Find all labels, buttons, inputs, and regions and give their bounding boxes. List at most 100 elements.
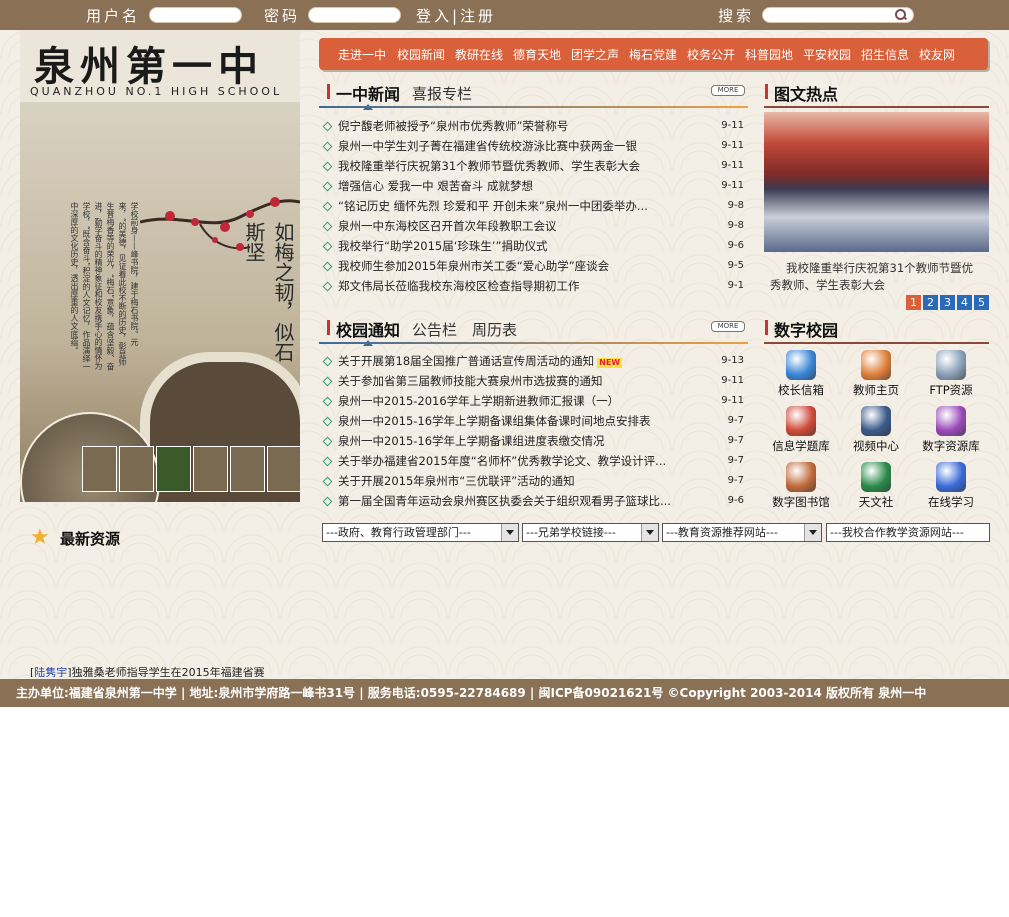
notice-item[interactable]: 泉州一中2015-2016学年上学期新进教师汇报课（一） 9-11 (322, 391, 744, 411)
news-title[interactable]: “铭记历史 缅怀先烈 珍爱和平 开创未来”泉州一中团委举办... (338, 196, 648, 216)
notice-item[interactable]: 第一届全国青年运动会泉州赛区执委会关于组织观看男子篮球比... 9-6 (322, 491, 744, 511)
nav-item[interactable]: 校园新闻 (397, 46, 445, 63)
hot-photo[interactable] (764, 112, 989, 252)
nav-item[interactable]: 德育天地 (513, 46, 561, 63)
notice-item[interactable]: 泉州一中2015-16学年上学期备课组进度表缴交情况 9-7 (322, 431, 744, 451)
pager-1[interactable]: 1 (906, 295, 921, 310)
news-title[interactable]: 我校举行“助学2015届‘珍珠生’”捐助仪式 (338, 236, 548, 256)
digital-item[interactable]: 在线学习 (914, 462, 988, 510)
digital-item-label[interactable]: 在线学习 (914, 494, 988, 510)
news-item[interactable]: 我校举行“助学2015届‘珍珠生’”捐助仪式 9-6 (322, 236, 744, 256)
digital-item-label[interactable]: 数字资源库 (914, 438, 988, 454)
digital-item-label[interactable]: 教师主页 (839, 382, 913, 398)
notice-title[interactable]: 关于参加省第三届教师技能大赛泉州市选拔赛的通知 (338, 371, 603, 391)
network-icon[interactable] (936, 462, 966, 492)
notice-title[interactable]: 泉州一中2015-2016学年上学期新进教师汇报课（一） (338, 391, 619, 411)
banner-thumbnail[interactable] (267, 446, 300, 492)
nav-item[interactable]: 团学之声 (571, 46, 619, 63)
banner-thumbnail[interactable] (156, 446, 191, 492)
pager-3[interactable]: 3 (940, 295, 955, 310)
news-title[interactable]: 倪宁馥老师被授予“泉州市优秀教师”荣誉称号 (338, 116, 568, 136)
news-title[interactable]: 我校隆重举行庆祝第31个教师节暨优秀教师、学生表彰大会 (338, 156, 640, 176)
news-title[interactable]: 郑文伟局长莅临我校东海校区检查指导期初工作 (338, 276, 580, 296)
hot-caption[interactable]: 我校隆重举行庆祝第31个教师节暨优秀教师、学生表彰大会 (770, 260, 984, 294)
nav-item[interactable]: 科普园地 (745, 46, 793, 63)
notice-item[interactable]: 关于开展2015年泉州市“三优联评”活动的通知 9-7 (322, 471, 744, 491)
blocks-icon[interactable] (936, 406, 966, 436)
notice-title[interactable]: 泉州一中2015-16学年上学期备课组集体备课时间地点安排表 (338, 411, 651, 431)
banner-thumbnail[interactable] (230, 446, 265, 492)
film-icon[interactable] (861, 406, 891, 436)
news-title[interactable]: 我校师生参加2015年泉州市关工委“爱心助学”座谈会 (338, 256, 609, 276)
pager-4[interactable]: 4 (957, 295, 972, 310)
notice-item[interactable]: 关于参加省第三届教师技能大赛泉州市选拔赛的通知 9-11 (322, 371, 744, 391)
digital-item[interactable]: 教师主页 (839, 350, 913, 398)
digital-item-label[interactable]: 视频中心 (839, 438, 913, 454)
banner-thumbnail[interactable] (119, 446, 154, 492)
nav-item[interactable]: 教研在线 (455, 46, 503, 63)
notice-item[interactable]: 泉州一中2015-16学年上学期备课组集体备课时间地点安排表 9-7 (322, 411, 744, 431)
banner-thumbnail[interactable] (193, 446, 228, 492)
notice-title[interactable]: 第一届全国青年运动会泉州赛区执委会关于组织观看男子篮球比... (338, 491, 671, 511)
login-register-link[interactable]: 登入|注册 (416, 5, 496, 26)
tab-bulletin[interactable]: 公告栏 (412, 319, 457, 340)
digital-item[interactable]: 信息学题库 (764, 406, 838, 454)
news-title[interactable]: 增强信心 爱我一中 艰苦奋斗 成就梦想 (338, 176, 533, 196)
news-title[interactable]: 泉州一中东海校区召开首次年段教职工会议 (338, 216, 557, 236)
news-title[interactable]: 泉州一中学生刘子菁在福建省传统校游泳比赛中获两金一银 (338, 136, 637, 156)
news-item[interactable]: 郑文伟局长莅临我校东海校区检查指导期初工作 9-1 (322, 276, 744, 296)
tab-calendar[interactable]: 周历表 (472, 319, 517, 340)
school-links-select[interactable]: ---兄弟学校链接--- (522, 523, 659, 542)
gov-links-select[interactable]: ---政府、教育行政管理部门--- (322, 523, 519, 542)
notice-title[interactable]: 泉州一中2015-16学年上学期备课组进度表缴交情况 (338, 431, 605, 451)
search-input[interactable] (762, 7, 914, 23)
nav-item[interactable]: 校务公开 (687, 46, 735, 63)
digital-item[interactable]: 视频中心 (839, 406, 913, 454)
chevron-down-icon[interactable] (804, 524, 821, 541)
digital-item-label[interactable]: 校长信箱 (764, 382, 838, 398)
nav-item[interactable]: 梅石党建 (629, 46, 677, 63)
pager-5[interactable]: 5 (974, 295, 989, 310)
news-item[interactable]: 泉州一中学生刘子菁在福建省传统校游泳比赛中获两金一银 9-11 (322, 136, 744, 156)
latest-resource-author[interactable]: 陆隽宇 (34, 667, 67, 677)
tab-honors[interactable]: 喜报专栏 (412, 83, 472, 104)
nav-item[interactable]: 招生信息 (861, 46, 909, 63)
digital-item-label[interactable]: FTP资源 (914, 382, 988, 398)
news-item[interactable]: 我校师生参加2015年泉州市关工委“爱心助学”座谈会 9-5 (322, 256, 744, 276)
pager-2[interactable]: 2 (923, 295, 938, 310)
digital-item[interactable]: 数字资源库 (914, 406, 988, 454)
search-icon[interactable] (895, 9, 906, 20)
notice-item[interactable]: 关于开展第18届全国推广普通话宣传周活动的通知 NEW 9-13 (322, 351, 744, 371)
news-item[interactable]: 泉州一中东海校区召开首次年段教职工会议 9-8 (322, 216, 744, 236)
news-more-button[interactable]: MORE (711, 85, 745, 96)
nav-item[interactable]: 平安校园 (803, 46, 851, 63)
latest-resource-text[interactable]: ]独雅桑老师指导学生在2015年福建省赛 (67, 667, 264, 677)
ie-globe-icon[interactable] (786, 350, 816, 380)
notice-title[interactable]: 关于开展2015年泉州市“三优联评”活动的通知 (338, 471, 575, 491)
notice-title[interactable]: 关于举办福建省2015年度“名师杯”优秀教学论文、教学设计评... (338, 451, 666, 471)
resource-links-select[interactable]: ---教育资源推荐网站--- (662, 523, 822, 542)
earth-icon[interactable] (861, 462, 891, 492)
notice-title[interactable]: 关于开展第18届全国推广普通话宣传周活动的通知 (338, 354, 594, 368)
books-ribbon-icon[interactable] (786, 406, 816, 436)
digital-item[interactable]: 校长信箱 (764, 350, 838, 398)
latest-resource-scroll[interactable]: [陆隽宇]独雅桑老师指导学生在2015年福建省赛 (30, 667, 290, 677)
server-icon[interactable] (936, 350, 966, 380)
news-item[interactable]: 增强信心 爱我一中 艰苦奋斗 成就梦想 9-11 (322, 176, 744, 196)
nav-item[interactable]: 校友网 (919, 46, 955, 63)
password-input[interactable] (308, 7, 401, 23)
chevron-down-icon[interactable] (641, 524, 658, 541)
news-item[interactable]: 倪宁馥老师被授予“泉州市优秀教师”荣誉称号 9-11 (322, 116, 744, 136)
notice-title-wrap[interactable]: 关于开展第18届全国推广普通话宣传周活动的通知 NEW (338, 351, 623, 371)
news-item[interactable]: 我校隆重举行庆祝第31个教师节暨优秀教师、学生表彰大会 9-11 (322, 156, 744, 176)
notice-item[interactable]: 关于举办福建省2015年度“名师杯”优秀教学论文、教学设计评... 9-7 (322, 451, 744, 471)
news-item[interactable]: “铭记历史 缅怀先烈 珍爱和平 开创未来”泉州一中团委举办... 9-8 (322, 196, 744, 216)
chevron-down-icon[interactable] (501, 524, 518, 541)
books-icon[interactable] (786, 462, 816, 492)
digital-item-label[interactable]: 天文社 (839, 494, 913, 510)
digital-item-label[interactable]: 数字图书馆 (764, 494, 838, 510)
notice-more-button[interactable]: MORE (711, 321, 745, 332)
digital-item[interactable]: 数字图书馆 (764, 462, 838, 510)
digital-item[interactable]: 天文社 (839, 462, 913, 510)
tab-notice[interactable]: 校园通知 (336, 317, 400, 341)
